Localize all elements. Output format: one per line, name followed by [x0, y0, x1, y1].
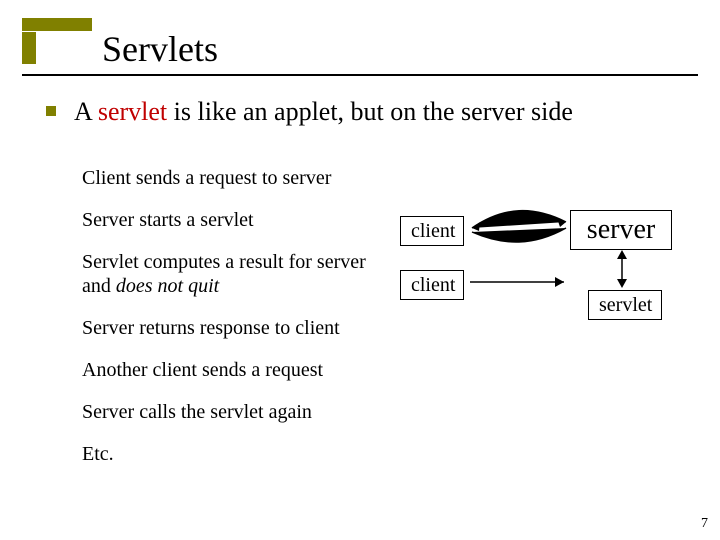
lead-pre: A: [74, 97, 98, 126]
lead-post: is like an applet, but on the server sid…: [167, 97, 573, 126]
slide: Servlets A servlet is like an applet, bu…: [0, 0, 720, 540]
step-2: Server starts a servlet: [82, 208, 382, 232]
decor-bar-top: [22, 18, 92, 31]
title-rule: [22, 74, 698, 76]
bullet-icon: [46, 106, 56, 116]
page-number: 7: [701, 516, 708, 532]
arrow-client2-server: [464, 268, 574, 298]
diagram-server: server: [570, 210, 672, 250]
step-4: Server returns response to client: [82, 316, 382, 340]
arrow-client1-server: [464, 204, 574, 244]
step-7: Etc.: [82, 442, 382, 466]
step-1: Client sends a request to server: [82, 166, 382, 190]
lead-bullet-row: A servlet is like an applet, but on the …: [46, 96, 573, 127]
arrow-server-servlet: [612, 246, 632, 292]
steps-list: Client sends a request to server Server …: [82, 166, 382, 484]
step-3: Servlet computes a result for server and…: [82, 250, 382, 298]
diagram-client-1: client: [400, 216, 464, 246]
diagram-client-2: client: [400, 270, 464, 300]
lead-highlight: servlet: [98, 97, 167, 126]
diagram: client client server servlet: [400, 210, 680, 350]
step-6: Server calls the servlet again: [82, 400, 382, 424]
slide-title: Servlets: [102, 28, 218, 70]
decor-bar-left: [22, 32, 36, 64]
step-5: Another client sends a request: [82, 358, 382, 382]
step-3b: does not quit: [116, 275, 219, 297]
lead-text: A servlet is like an applet, but on the …: [74, 96, 573, 127]
diagram-servlet: servlet: [588, 290, 662, 320]
